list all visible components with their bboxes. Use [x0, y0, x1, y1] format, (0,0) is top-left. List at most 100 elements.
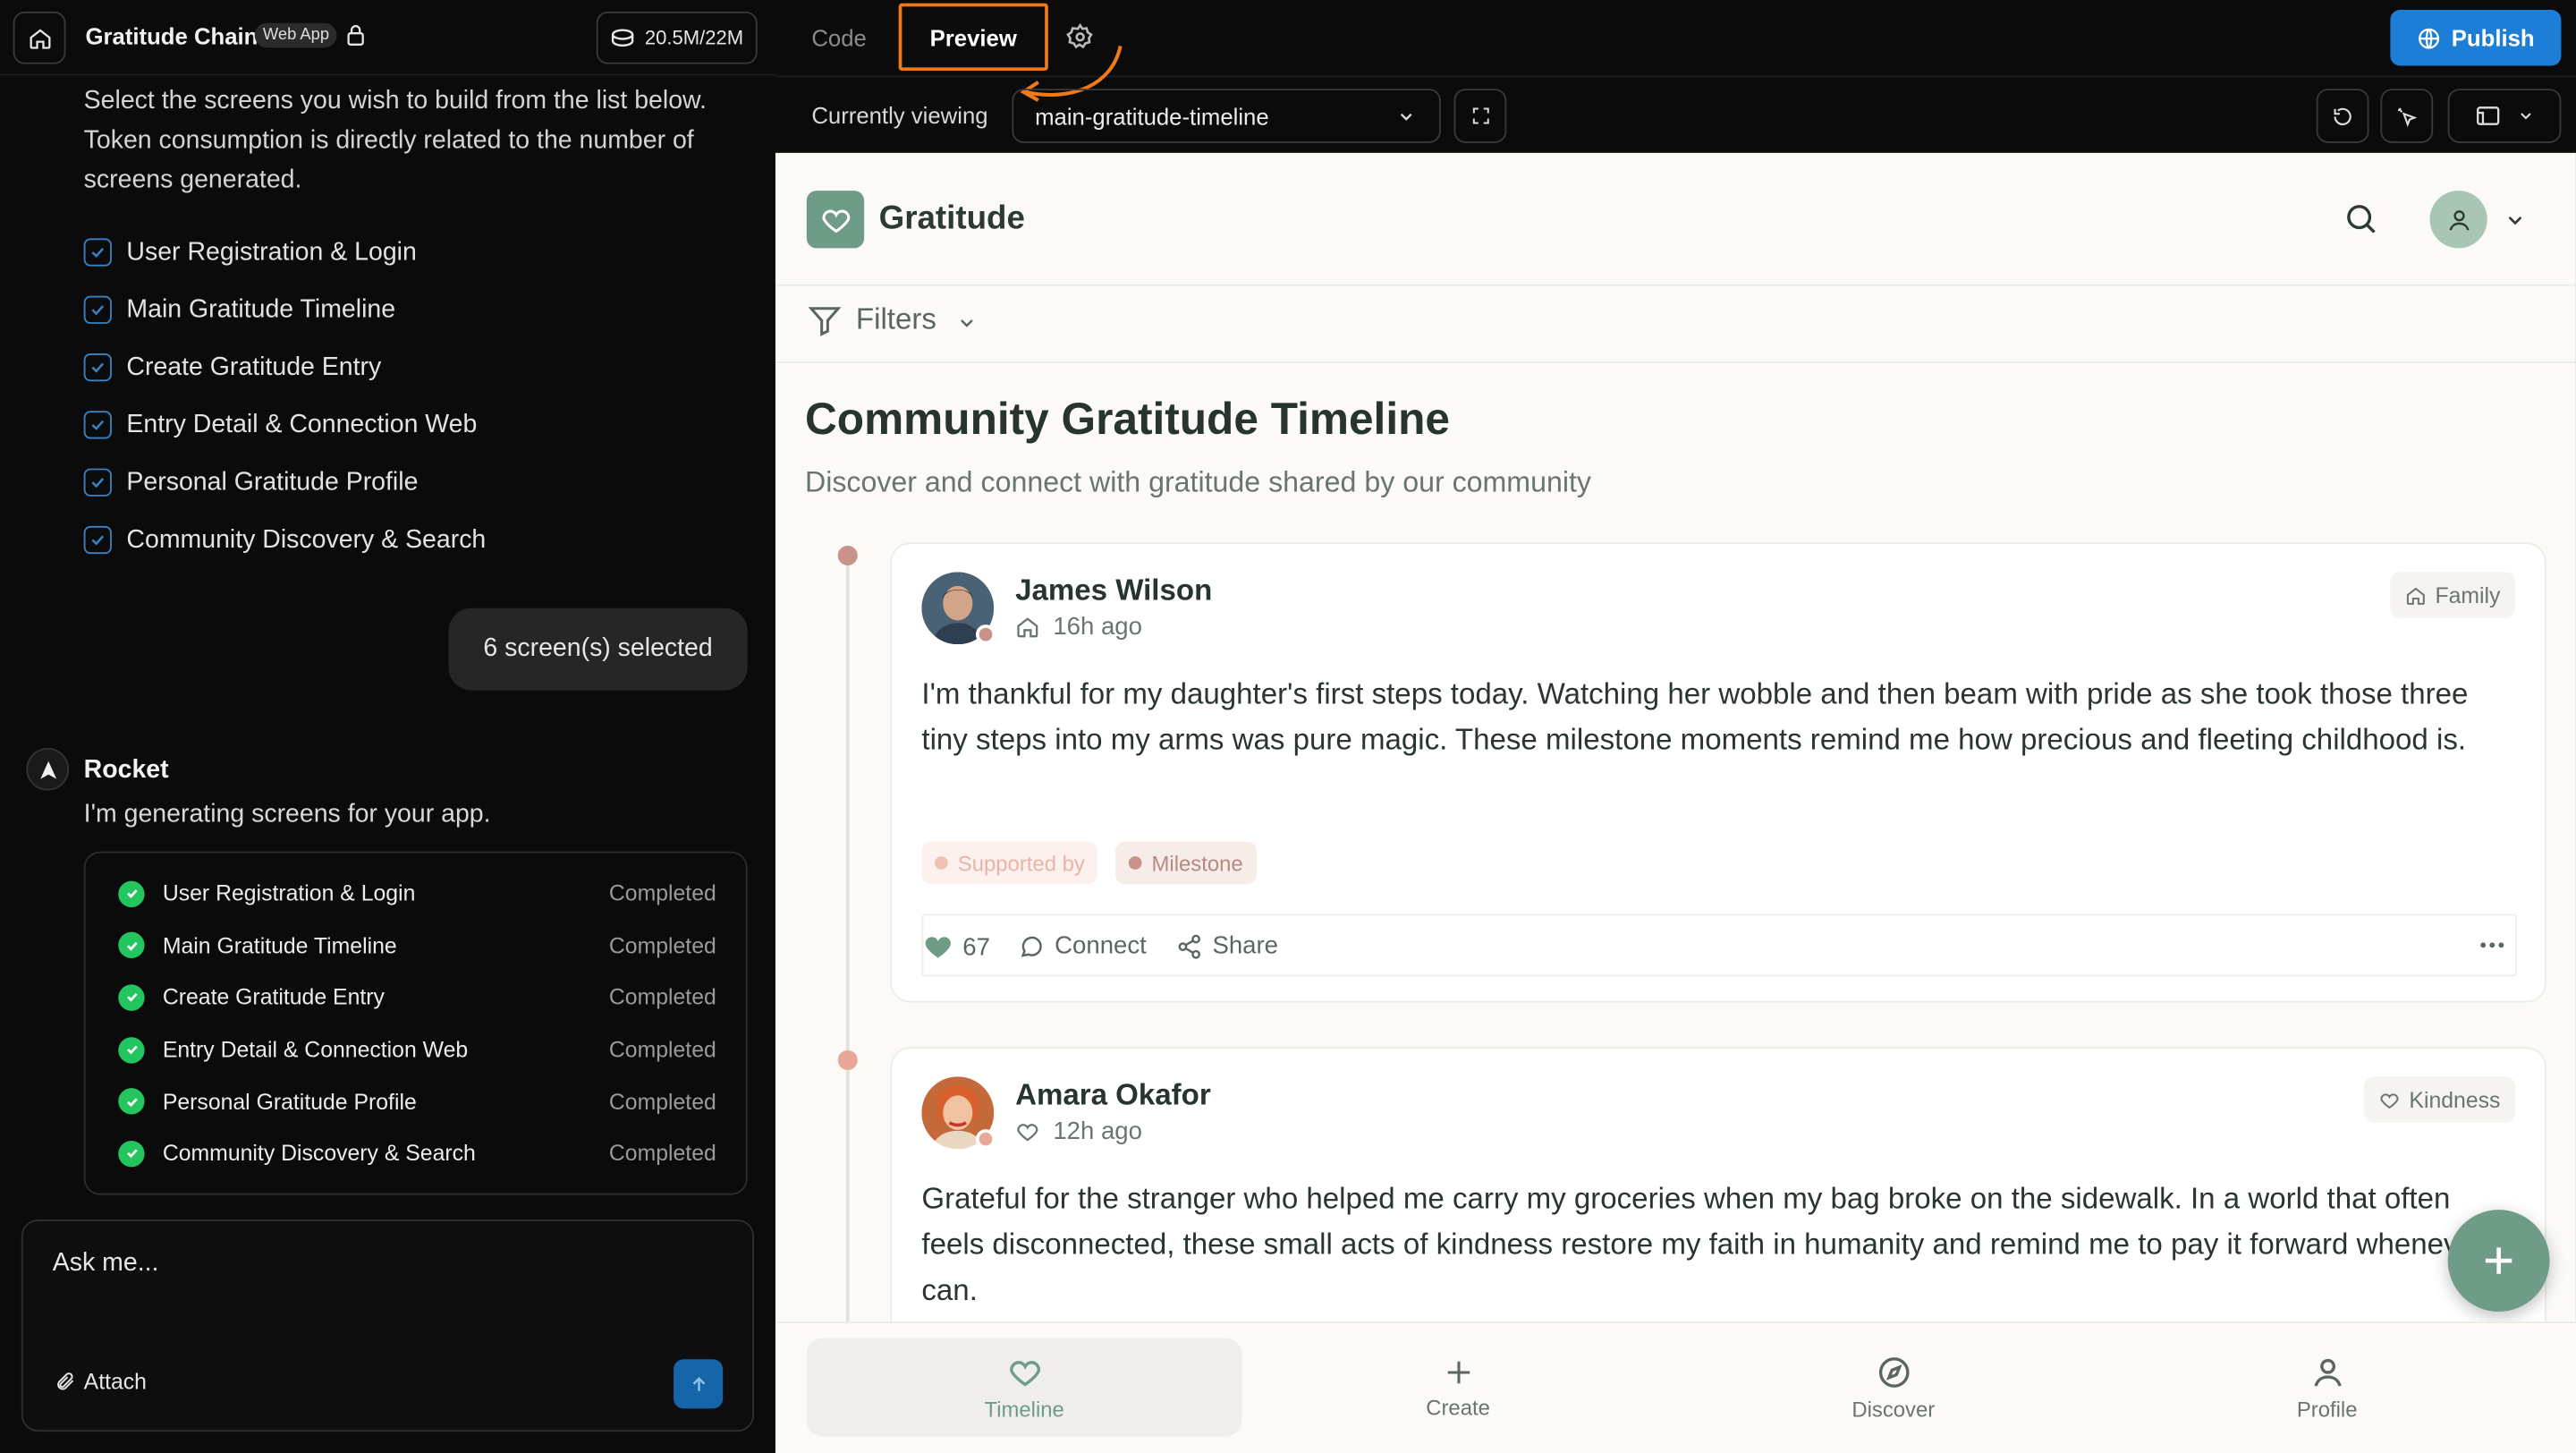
- screen-checkbox-item[interactable]: Entry Detail & Connection Web: [83, 396, 487, 454]
- nav-label: Profile: [2296, 1396, 2358, 1422]
- check-circle-icon: [118, 1140, 145, 1167]
- timeline-line: [845, 555, 850, 1329]
- screen-checkbox-label: Entry Detail & Connection Web: [126, 410, 478, 438]
- more-options-icon[interactable]: [2479, 940, 2505, 950]
- user-message-bubble: 6 screen(s) selected: [448, 608, 748, 691]
- progress-item-status: Completed: [608, 1089, 716, 1114]
- attach-button[interactable]: Attach: [55, 1369, 147, 1394]
- nav-create[interactable]: Create: [1241, 1338, 1676, 1436]
- author-name[interactable]: James Wilson: [1015, 574, 1212, 608]
- globe-icon: [2419, 27, 2440, 48]
- screen-checklist: User Registration & Login Main Gratitude…: [83, 224, 487, 569]
- gratitude-post-card[interactable]: James Wilson 16h ago Family I'm thankful…: [890, 542, 2546, 1003]
- category-tag[interactable]: Family: [2390, 572, 2515, 618]
- editor-toolbar: Code Preview Publish: [775, 0, 2576, 102]
- user-avatar[interactable]: [2429, 191, 2487, 249]
- assistant-message: I'm generating screens for your app.: [83, 800, 491, 828]
- progress-item-status: Completed: [608, 1037, 716, 1062]
- fullscreen-button[interactable]: [1453, 89, 1507, 143]
- send-button[interactable]: [674, 1359, 724, 1409]
- expand-icon: [1471, 107, 1488, 124]
- screen-checkbox-item[interactable]: Personal Gratitude Profile: [83, 454, 487, 511]
- post-time: 12h ago: [1053, 1117, 1142, 1146]
- screen-size-icon: [2476, 106, 2499, 125]
- author-name[interactable]: Amara Okafor: [1015, 1078, 1211, 1113]
- rocket-logo-icon: [39, 760, 56, 778]
- app-logo[interactable]: [806, 191, 865, 249]
- nav-profile[interactable]: Profile: [2109, 1338, 2545, 1436]
- chip-dot: [1128, 856, 1142, 870]
- category-tag[interactable]: Kindness: [2364, 1076, 2515, 1123]
- screen-checkbox-label: Create Gratitude Entry: [126, 353, 382, 381]
- view-toolbar: Currently viewing main-gratitude-timelin…: [775, 77, 2576, 153]
- refresh-button[interactable]: [2316, 89, 2369, 143]
- lock-icon[interactable]: [343, 23, 369, 48]
- chevron-down-icon[interactable]: [956, 312, 978, 334]
- supported-by-chip[interactable]: Supported by: [921, 841, 1098, 885]
- check-circle-icon: [118, 984, 145, 1011]
- arrow-up-icon: [691, 1376, 705, 1390]
- screen-select[interactable]: main-gratitude-timeline: [1012, 89, 1441, 143]
- progress-item: Personal Gratitude Profile Completed: [86, 1075, 746, 1127]
- like-button[interactable]: 67: [923, 932, 990, 962]
- connect-button[interactable]: Connect: [1019, 932, 1147, 960]
- project-header: Gratitude Chain Web App 20.5M/22M: [0, 0, 775, 76]
- project-name: Gratitude Chain: [85, 22, 258, 50]
- checkbox-checked-icon[interactable]: [83, 295, 112, 324]
- token-usage[interactable]: 20.5M/22M: [596, 11, 758, 64]
- home-button[interactable]: [13, 11, 66, 64]
- paperclip-icon: [57, 1372, 74, 1390]
- screen-checkbox-item[interactable]: User Registration & Login: [83, 224, 487, 281]
- tab-code[interactable]: Code: [811, 25, 866, 51]
- checkbox-checked-icon[interactable]: [83, 411, 112, 439]
- nav-discover[interactable]: Discover: [1675, 1338, 2111, 1436]
- app-preview: Gratitude Filters Community Gratitude Ti…: [775, 152, 2576, 1453]
- publish-button[interactable]: Publish: [2390, 10, 2562, 66]
- refresh-icon: [2334, 106, 2351, 125]
- nav-timeline[interactable]: Timeline: [806, 1338, 1242, 1437]
- chat-input[interactable]: Ask me... Attach: [21, 1219, 755, 1432]
- filters-button[interactable]: Filters: [856, 302, 936, 337]
- screen-select-value: main-gratitude-timeline: [1035, 102, 1269, 130]
- heart-icon: [2381, 1092, 2400, 1109]
- progress-item-status: Completed: [608, 933, 716, 958]
- chevron-down-icon: [2520, 113, 2530, 120]
- screen-checkbox-label: Main Gratitude Timeline: [126, 294, 396, 323]
- screen-checkbox-label: Personal Gratitude Profile: [126, 467, 419, 496]
- device-size-select[interactable]: [2447, 89, 2562, 143]
- checkbox-checked-icon[interactable]: [83, 353, 112, 382]
- chevron-down-icon[interactable]: [2504, 208, 2527, 232]
- project-type-badge: Web App: [254, 22, 338, 48]
- screen-checkbox-item[interactable]: Community Discovery & Search: [83, 511, 487, 568]
- chevron-down-icon: [1400, 113, 1412, 121]
- plus-icon: [2485, 1247, 2512, 1274]
- currently-viewing-label: Currently viewing: [811, 101, 988, 129]
- share-button[interactable]: Share: [1176, 932, 1278, 960]
- milestone-chip[interactable]: Milestone: [1115, 841, 1257, 885]
- category-tag-label: Kindness: [2409, 1087, 2501, 1112]
- timeline-dot: [837, 1049, 858, 1070]
- check-circle-icon: [118, 932, 145, 959]
- user-icon: [2313, 1357, 2341, 1386]
- chat-input-placeholder: Ask me...: [52, 1249, 159, 1278]
- generation-progress-list: User Registration & Login Completed Main …: [83, 851, 748, 1195]
- screen-checkbox-item[interactable]: Create Gratitude Entry: [83, 338, 487, 395]
- home-icon: [29, 28, 50, 48]
- home-icon: [2407, 586, 2426, 604]
- filter-icon[interactable]: [807, 302, 843, 338]
- checkbox-checked-icon[interactable]: [83, 525, 112, 555]
- page-title: Community Gratitude Timeline: [804, 394, 1451, 445]
- progress-item: Create Gratitude Entry Completed: [86, 972, 746, 1024]
- select-element-button[interactable]: [2380, 89, 2434, 143]
- progress-item-label: Personal Gratitude Profile: [162, 1089, 417, 1114]
- compass-icon: [1877, 1356, 1909, 1387]
- checkbox-checked-icon[interactable]: [83, 468, 112, 497]
- create-entry-fab[interactable]: [2447, 1210, 2550, 1313]
- search-icon[interactable]: [2343, 200, 2378, 236]
- checkbox-checked-icon[interactable]: [83, 238, 112, 267]
- post-actions: 67 Connect Share: [921, 913, 2517, 977]
- user-icon: [2448, 209, 2469, 230]
- like-count: 67: [962, 932, 990, 961]
- assistant-avatar: [26, 747, 70, 791]
- screen-checkbox-item[interactable]: Main Gratitude Timeline: [83, 281, 487, 338]
